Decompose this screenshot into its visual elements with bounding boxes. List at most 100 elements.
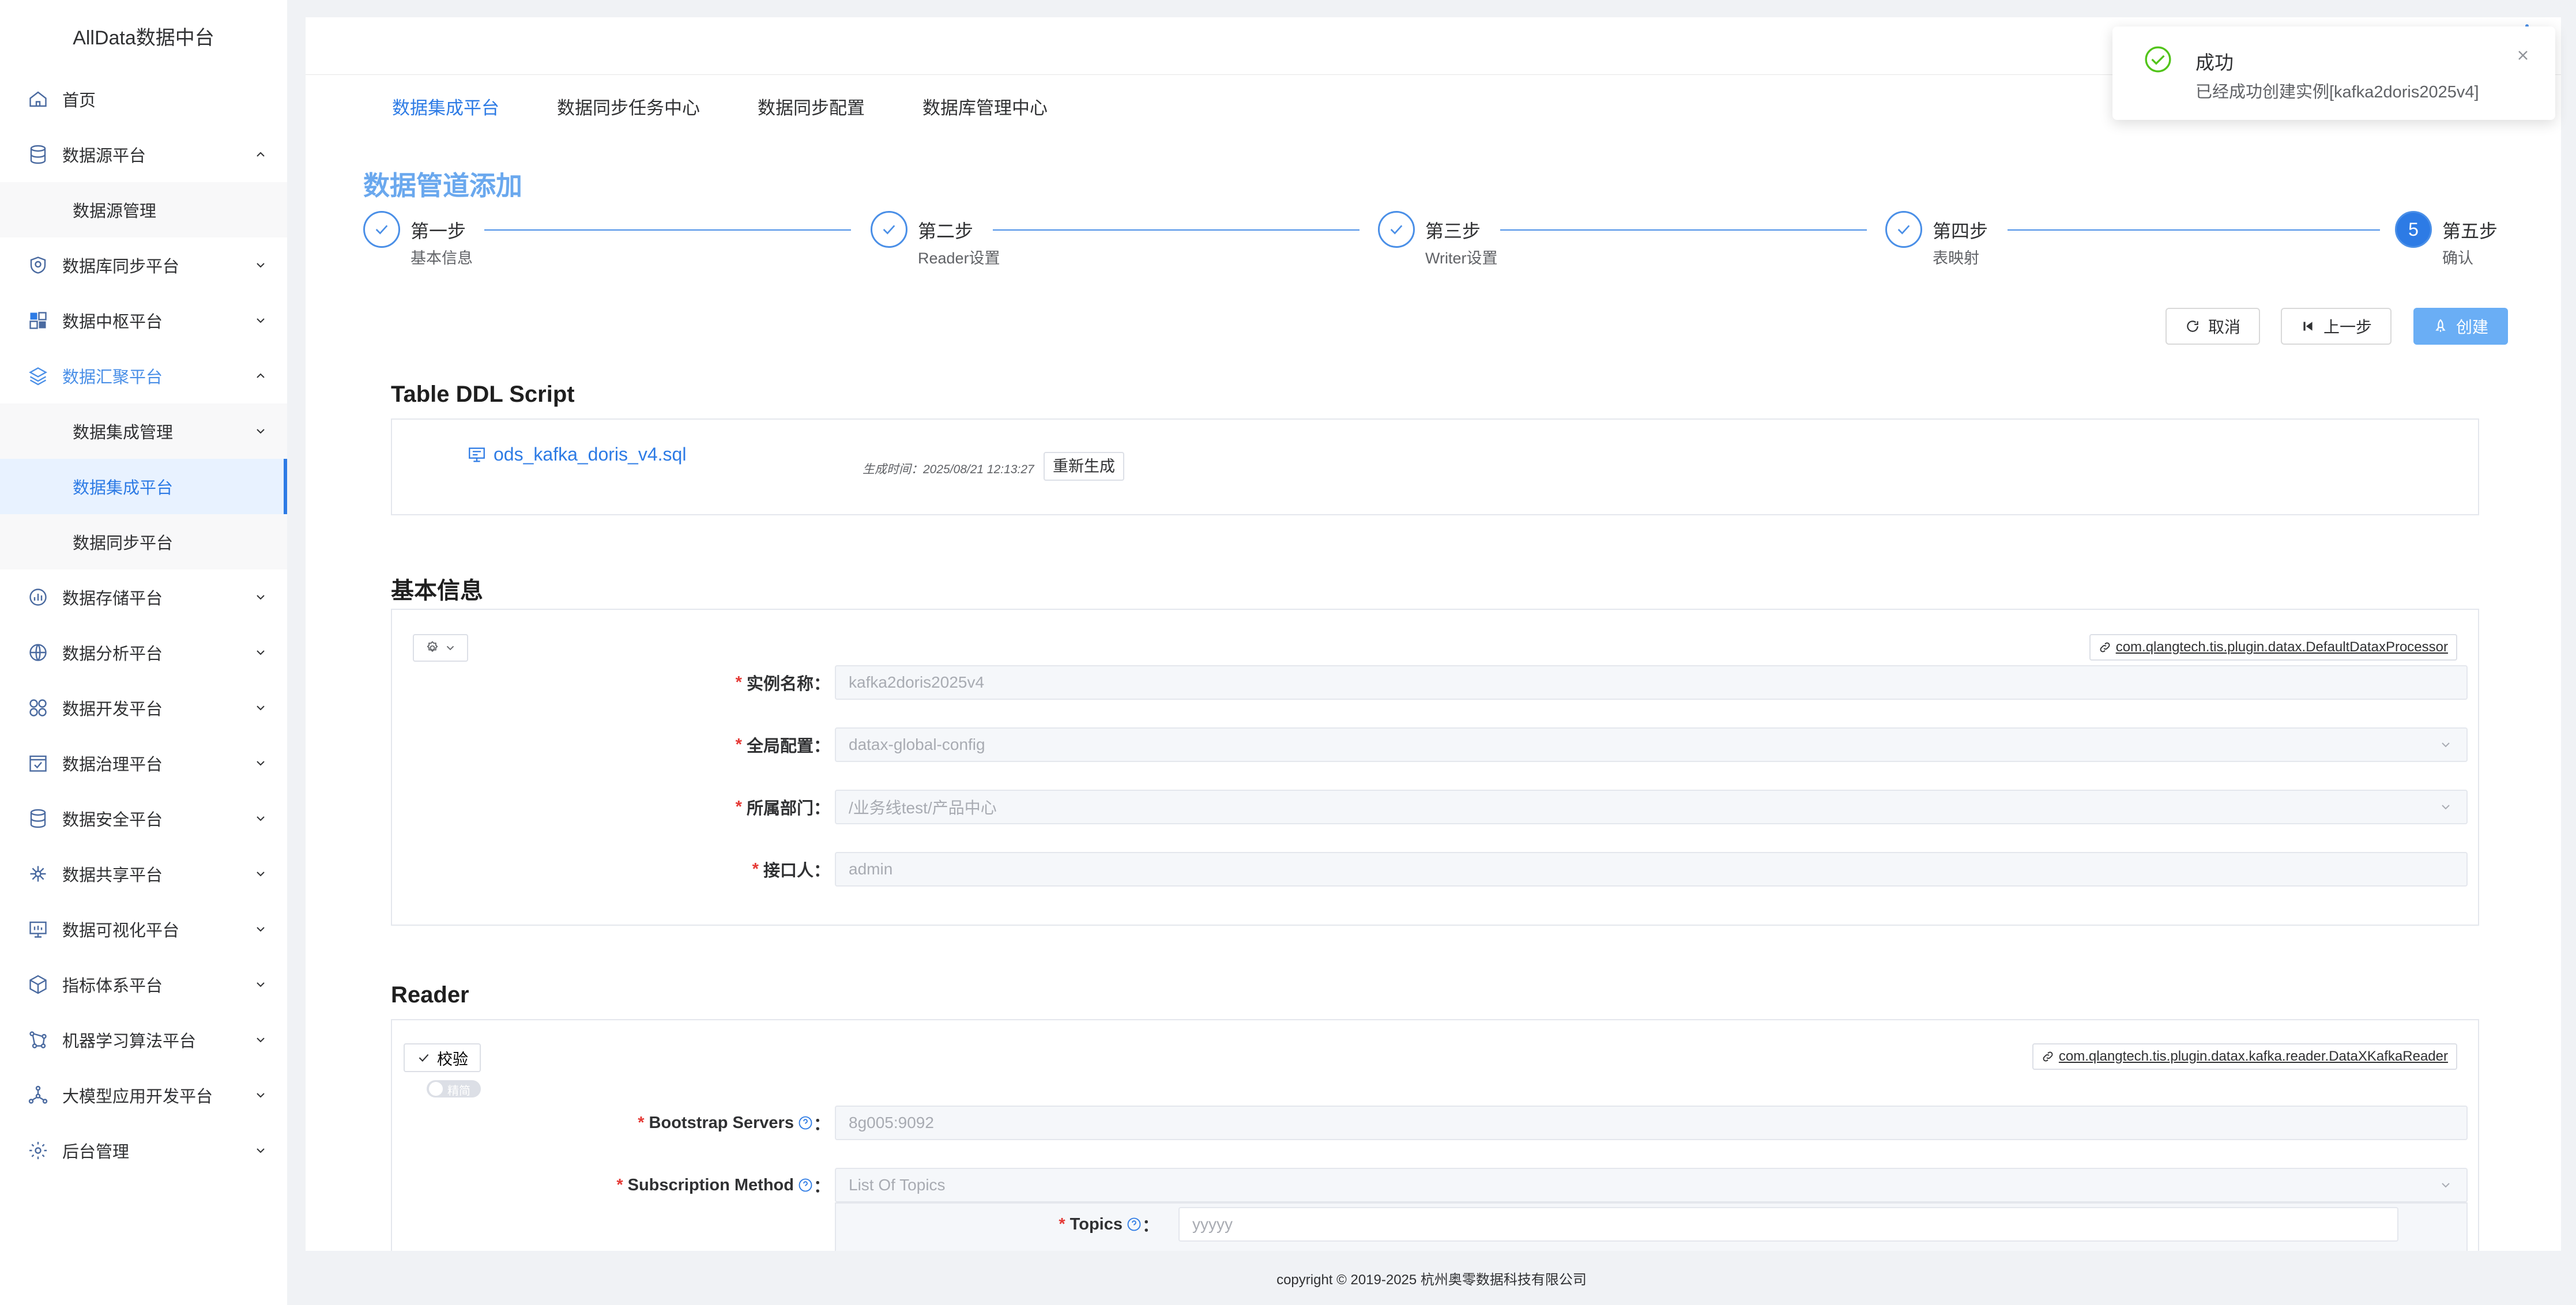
chevron-down-icon	[257, 429, 265, 434]
department-select[interactable]: /业务线test/产品中心	[835, 790, 2468, 824]
basic-info-section-title: 基本信息	[391, 578, 483, 604]
sidebar-item-analysis-platform[interactable]: 数据分析平台	[0, 625, 287, 680]
footer-copyright: copyright © 2019-2025 杭州奥零数据科技有限公司	[1276, 1272, 1587, 1288]
reader-plugin-link[interactable]: com.qlangtech.tis.plugin.datax.kafka.rea…	[2032, 1043, 2457, 1070]
plugin-name: com.qlangtech.tis.plugin.datax.DefaultDa…	[2115, 639, 2448, 655]
create-button[interactable]: 创建	[2413, 308, 2508, 345]
sidebar-item-metrics-platform[interactable]: 指标体系平台	[0, 957, 287, 1012]
sidebar-item-label: 数据存储平台	[62, 590, 163, 608]
department-label: * 所属部门：	[623, 790, 830, 824]
sidebar-item-datasource-management[interactable]: 数据源管理	[0, 182, 287, 237]
grid-icon	[27, 309, 50, 332]
required-mark: *	[752, 859, 759, 878]
tab-db-management[interactable]: 数据库管理中心	[922, 91, 1048, 126]
tab-sync-config[interactable]: 数据同步配置	[758, 91, 865, 126]
basic-info-panel: com.qlangtech.tis.plugin.datax.DefaultDa…	[391, 609, 2479, 926]
tab-integration-platform[interactable]: 数据集成平台	[392, 91, 499, 126]
sidebar-item-label: 后台管理	[62, 1143, 130, 1161]
sidebar-item-share-platform[interactable]: 数据共享平台	[0, 846, 287, 902]
colon: ：	[813, 1115, 830, 1134]
processor-plugin-link[interactable]: com.qlangtech.tis.plugin.datax.DefaultDa…	[2089, 634, 2457, 661]
step-title: 第二步	[918, 221, 974, 242]
settings-dropdown[interactable]	[413, 634, 468, 662]
governance-icon	[27, 752, 50, 775]
generated-time: 生成时间：2025/08/21 12:13:27	[863, 463, 1034, 476]
verify-button[interactable]: 校验	[404, 1043, 481, 1072]
global-config-select[interactable]: datax-global-config	[835, 727, 2468, 762]
sidebar-item-label: 首页	[62, 92, 96, 110]
step-number: 5	[2395, 211, 2432, 248]
sidebar-item-db-sync-platform[interactable]: 数据库同步平台	[0, 237, 287, 293]
step-desc: Writer设置	[1425, 250, 1498, 267]
ddl-file-link[interactable]: ods_kafka_doris_v4.sql	[467, 444, 686, 465]
top-tabs: 数据集成平台 数据同步任务中心 数据同步配置 数据库管理中心	[392, 91, 1105, 126]
required-mark: *	[1059, 1215, 1065, 1234]
check-icon	[1885, 211, 1922, 248]
step-title: 第五步	[2442, 221, 2498, 242]
reader-panel: 校验 精简 com.qlangtech.tis.plugin.datax.kaf…	[391, 1019, 2479, 1251]
contact-person-input[interactable]: admin	[835, 852, 2468, 887]
sidebar-item-admin[interactable]: 后台管理	[0, 1123, 287, 1178]
sidebar-item-datasource-platform[interactable]: 数据源平台	[0, 127, 287, 182]
contact-person-label: * 接口人：	[623, 852, 830, 887]
global-config-label: * 全局配置：	[623, 727, 830, 762]
sidebar-item-aggregation-platform[interactable]: 数据汇聚平台	[0, 348, 287, 403]
step-desc: 确认	[2442, 250, 2473, 267]
refresh-icon	[2187, 320, 2198, 332]
subscription-method-select[interactable]: List Of Topics	[835, 1168, 2468, 1202]
page-title: 数据管道添加	[363, 171, 522, 201]
chevron-down-icon	[257, 706, 265, 711]
sidebar-item-storage-platform[interactable]: 数据存储平台	[0, 569, 287, 625]
field-value: kafka2doris2025v4	[849, 673, 985, 691]
sidebar: AllData数据中台 首页 数据源平台 数据源管理 数据库同步平台 数据中枢平…	[0, 0, 287, 1305]
topics-input[interactable]: yyyyy	[1178, 1207, 2398, 1242]
sidebar-item-integration-management[interactable]: 数据集成管理	[0, 403, 287, 459]
ddl-panel: ods_kafka_doris_v4.sql 生成时间：2025/08/21 1…	[391, 418, 2479, 515]
sidebar-item-sync-platform[interactable]: 数据同步平台	[0, 514, 287, 569]
step-desc: 基本信息	[410, 250, 473, 267]
brand-title: AllData数据中台	[73, 27, 214, 49]
bootstrap-servers-label: * Bootstrap Servers ：	[507, 1106, 830, 1140]
sidebar-item-dev-platform[interactable]: 数据开发平台	[0, 680, 287, 736]
instance-name-input[interactable]: kafka2doris2025v4	[835, 665, 2468, 700]
step-title: 第三步	[1425, 221, 1481, 242]
security-icon	[27, 807, 50, 830]
required-mark: *	[735, 735, 742, 754]
chevron-down-icon	[257, 1093, 265, 1098]
reader-section-title: Reader	[391, 982, 469, 1008]
check-icon	[871, 211, 907, 248]
regenerate-button[interactable]: 重新生成	[1044, 452, 1124, 481]
sidebar-item-llm-platform[interactable]: 大模型应用开发平台	[0, 1068, 287, 1123]
prev-step-button[interactable]: 上一步	[2281, 308, 2392, 345]
step-connector	[993, 229, 1359, 231]
close-icon[interactable]	[2515, 47, 2531, 63]
admin-icon	[27, 1139, 50, 1162]
tab-sync-task-center[interactable]: 数据同步任务中心	[557, 91, 700, 126]
home-icon	[27, 88, 50, 111]
required-mark: *	[735, 797, 742, 816]
sidebar-item-security-platform[interactable]: 数据安全平台	[0, 791, 287, 846]
sidebar-item-hub-platform[interactable]: 数据中枢平台	[0, 293, 287, 348]
simplify-toggle[interactable]: 精简	[427, 1080, 481, 1097]
field-label-text: 接口人	[763, 862, 814, 880]
ddl-file-name: ods_kafka_doris_v4.sql	[494, 444, 687, 465]
field-label-text: Bootstrap Servers	[649, 1113, 794, 1132]
sidebar-item-governance-platform[interactable]: 数据治理平台	[0, 736, 287, 791]
step-connector	[2008, 229, 2380, 231]
sidebar-item-ml-platform[interactable]: 机器学习算法平台	[0, 1012, 287, 1068]
chevron-down-icon	[257, 761, 265, 766]
monitor-icon	[27, 918, 50, 941]
verify-label: 校验	[437, 1050, 468, 1068]
chevron-down-icon	[257, 1038, 265, 1043]
field-value: 8g005:9092	[849, 1114, 934, 1131]
chevron-down-icon	[446, 646, 454, 651]
sidebar-item-label: 数据库同步平台	[62, 258, 180, 276]
sidebar-item-home[interactable]: 首页	[0, 71, 287, 127]
colon: ：	[813, 675, 830, 693]
cancel-button[interactable]: 取消	[2166, 308, 2260, 345]
sidebar-item-visualization-platform[interactable]: 数据可视化平台	[0, 902, 287, 957]
sidebar-item-integration-platform[interactable]: 数据集成平台	[0, 459, 287, 514]
bootstrap-servers-input[interactable]: 8g005:9092	[835, 1106, 2468, 1140]
colon: ：	[813, 1178, 830, 1196]
chevron-down-icon	[2442, 805, 2450, 810]
